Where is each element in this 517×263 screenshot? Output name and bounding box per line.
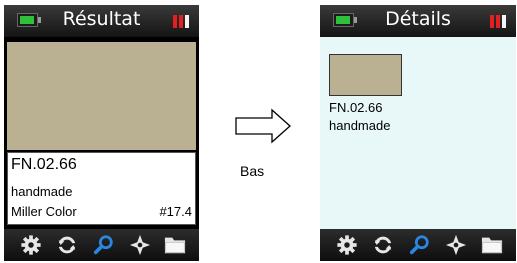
folder-icon[interactable] [164,234,186,256]
compass-icon[interactable] [129,234,151,256]
header-bar: Résultat [4,5,199,37]
color-info-panel[interactable]: FN.02.66 handmade Miller Color #17.4 [7,152,196,225]
header-bar: Détails [320,5,516,37]
color-code: FN.02.66 [11,156,77,173]
screen-title: Détails [385,8,451,30]
color-name: handmade [329,118,391,133]
search-icon[interactable] [409,234,431,256]
arrow-right-icon [233,107,293,145]
color-swatch[interactable] [329,54,402,96]
transition-label: Bas [240,163,265,179]
color-swatch[interactable] [7,42,196,150]
refresh-icon[interactable] [56,234,78,256]
signal-icon [173,13,190,28]
search-icon[interactable] [93,234,115,256]
color-number: #17.4 [159,204,192,219]
signal-icon [490,13,507,28]
details-screen: Détails FN.02.66 handmade [320,5,516,261]
compass-icon[interactable] [445,234,467,256]
gear-icon[interactable] [336,234,358,256]
details-content: FN.02.66 handmade [320,37,516,229]
bottom-toolbar [320,229,516,261]
screen-title: Résultat [62,8,141,30]
color-brand: Miller Color [11,204,77,219]
color-name: handmade [11,184,73,199]
refresh-icon[interactable] [372,234,394,256]
result-screen: Résultat FN.02.66 handmade Miller Color … [4,5,199,261]
bottom-toolbar [4,229,199,261]
color-code: FN.02.66 [329,100,383,115]
gear-icon[interactable] [20,234,42,256]
folder-icon[interactable] [481,234,503,256]
